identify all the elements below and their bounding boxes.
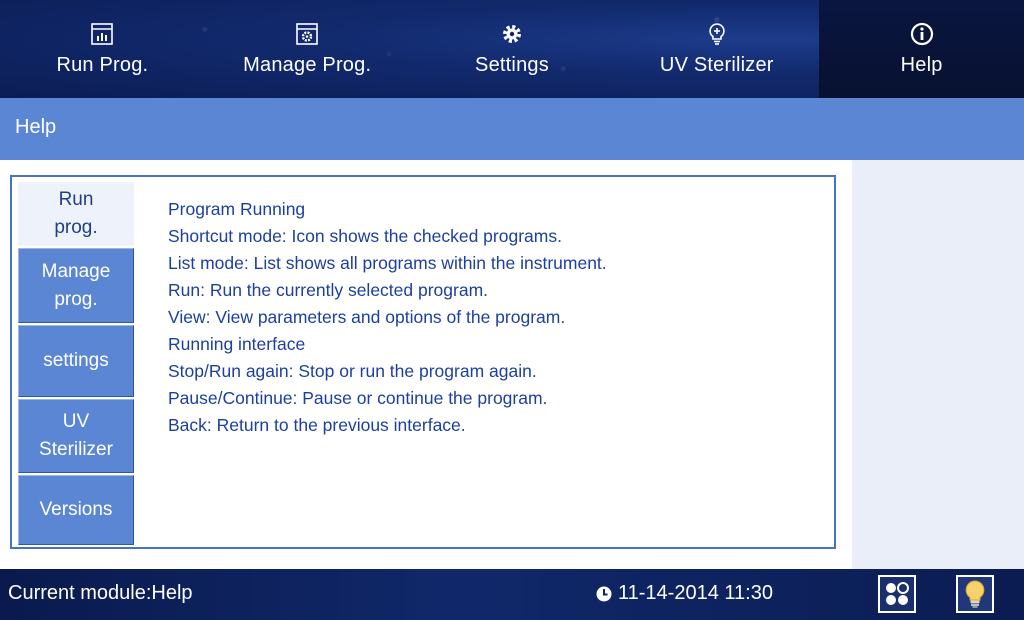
grid-icon	[886, 582, 909, 605]
sidebar-item-uv-sterilizer[interactable]: UV Sterilizer	[18, 399, 134, 473]
tab-manage-prog[interactable]: Manage Prog.	[205, 0, 410, 98]
sidebar-item-manage-prog[interactable]: Manage prog.	[18, 248, 134, 323]
current-module-label: Current module:Help	[8, 582, 193, 604]
help-text: Program Running Shortcut mode: Icon show…	[168, 196, 607, 439]
datetime-text: 11-14-2014 11:30	[618, 582, 773, 604]
sidebar-item-label: Versions	[39, 499, 113, 520]
help-line: Program Running	[168, 199, 306, 219]
right-panel	[852, 160, 1024, 569]
sidebar-item-label: settings	[43, 350, 109, 371]
light-button[interactable]	[956, 575, 994, 613]
tab-help[interactable]: Help	[819, 0, 1024, 98]
info-icon	[910, 22, 934, 46]
lightbulb-icon	[965, 580, 985, 608]
help-content-box: Run prog. Manage prog. settings UV Steri…	[10, 175, 836, 549]
status-bar: Current module:Help 11-14-2014 11:30	[0, 569, 1024, 620]
sidebar-item-label: Run prog.	[54, 189, 98, 238]
help-line: Back: Return to the previous interface.	[168, 415, 466, 435]
help-line: Run: Run the currently selected program.	[168, 280, 489, 300]
tab-run-prog[interactable]: Run Prog.	[0, 0, 205, 98]
sidebar-item-versions[interactable]: Versions	[18, 475, 134, 545]
main-area: Run prog. Manage prog. settings UV Steri…	[0, 160, 1024, 569]
tab-uv-sterilizer[interactable]: UV Sterilizer	[614, 0, 819, 98]
help-line: View: View parameters and options of the…	[168, 307, 566, 327]
sidebar-item-label: Manage prog.	[41, 260, 111, 310]
datetime-display: 11-14-2014 11:30	[596, 582, 773, 605]
grid-button[interactable]	[878, 575, 916, 613]
gear-box-icon	[295, 22, 319, 46]
page-header: Help	[0, 98, 1024, 160]
clock-icon	[596, 586, 612, 601]
help-line: List mode: List shows all programs withi…	[168, 253, 607, 273]
page-title: Help	[15, 116, 57, 138]
tab-settings[interactable]: Settings	[410, 0, 615, 98]
help-line: Stop/Run again: Stop or run the program …	[168, 361, 537, 381]
top-nav: Run Prog. Manage Prog. Settings UV Steri…	[0, 0, 1024, 98]
help-line: Shortcut mode: Icon shows the checked pr…	[168, 226, 562, 246]
tab-label: Manage Prog.	[243, 53, 372, 76]
tab-label: Settings	[475, 53, 549, 76]
help-line: Pause/Continue: Pause or continue the pr…	[168, 388, 548, 408]
sidebar-item-run-prog[interactable]: Run prog.	[18, 182, 134, 246]
tab-label: Run Prog.	[56, 53, 149, 76]
bulb-icon	[705, 22, 729, 46]
sidebar-item-settings[interactable]: settings	[18, 325, 134, 397]
sidebar-item-label: UV Sterilizer	[39, 411, 113, 460]
bar-chart-icon	[90, 22, 114, 46]
gear-icon	[500, 22, 524, 46]
tab-label: UV Sterilizer	[659, 53, 774, 76]
tab-label: Help	[900, 53, 943, 76]
help-line: Running interface	[168, 334, 306, 354]
